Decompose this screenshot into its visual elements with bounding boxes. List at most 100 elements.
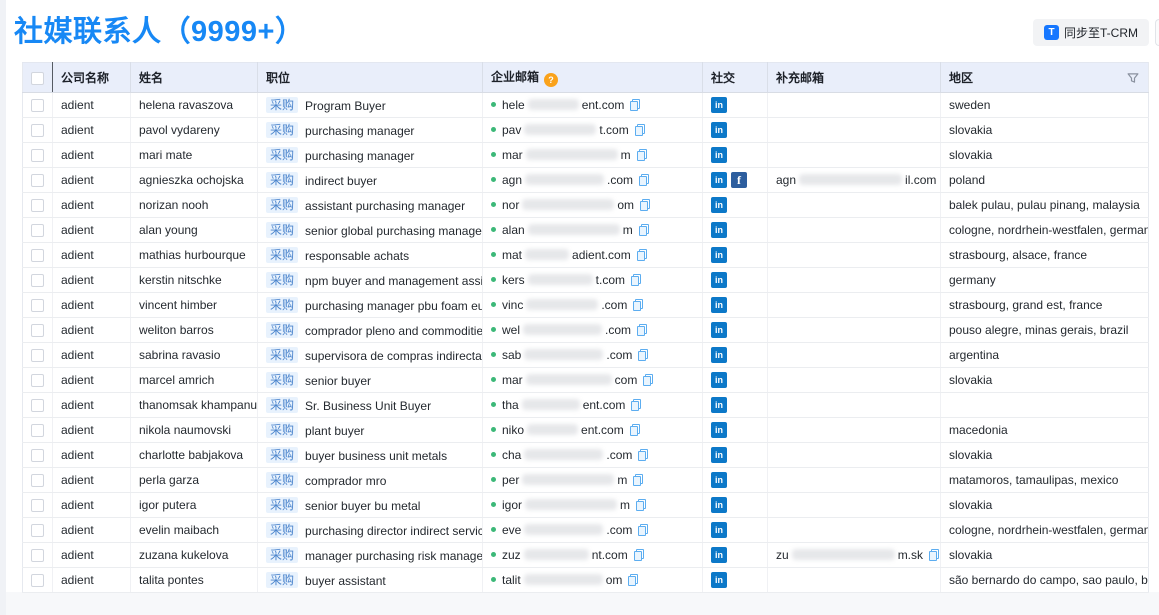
purchase-tag-badge: 采购: [266, 297, 298, 313]
email-prefix: zuz: [502, 548, 521, 562]
row-checkbox[interactable]: [31, 374, 44, 387]
copy-email-icon[interactable]: [634, 549, 644, 561]
linkedin-icon[interactable]: in: [711, 172, 727, 188]
row-checkbox[interactable]: [31, 399, 44, 412]
row-checkbox[interactable]: [31, 124, 44, 137]
email-blur: [523, 324, 602, 335]
social-cell: in: [703, 268, 768, 293]
company-cell: adient: [53, 318, 131, 343]
region-cell: poland: [941, 168, 1149, 193]
email-blur: [526, 149, 618, 160]
row-checkbox[interactable]: [31, 499, 44, 512]
copy-email-icon[interactable]: [637, 324, 647, 336]
copy-email-icon[interactable]: [628, 574, 638, 586]
row-checkbox[interactable]: [31, 174, 44, 187]
partial-button-edge[interactable]: [1155, 19, 1159, 46]
row-checkbox[interactable]: [31, 299, 44, 312]
position-cell: 采购responsable achats: [258, 243, 483, 268]
linkedin-icon[interactable]: in: [711, 472, 727, 488]
email-prefix: mar: [502, 373, 523, 387]
company-cell: adient: [53, 293, 131, 318]
copy-email-icon[interactable]: [633, 474, 643, 486]
row-checkbox[interactable]: [31, 524, 44, 537]
copy-email-icon[interactable]: [635, 124, 645, 136]
select-all-checkbox[interactable]: [31, 72, 44, 85]
region-cell: são bernardo do campo, sao paulo, brazil: [941, 568, 1149, 593]
copy-email-icon[interactable]: [631, 399, 641, 411]
region-filter-icon[interactable]: [1127, 72, 1139, 84]
copy-email-icon[interactable]: [640, 199, 650, 211]
social-cell: in: [703, 343, 768, 368]
copy-email-icon[interactable]: [638, 524, 648, 536]
social-cell: in: [703, 418, 768, 443]
linkedin-icon[interactable]: in: [711, 547, 727, 563]
copy-email-icon[interactable]: [630, 99, 640, 111]
linkedin-icon[interactable]: in: [711, 522, 727, 538]
column-header-name: 姓名: [131, 63, 258, 93]
company-cell: adient: [53, 268, 131, 293]
row-checkbox[interactable]: [31, 549, 44, 562]
row-checkbox[interactable]: [31, 474, 44, 487]
linkedin-icon[interactable]: in: [711, 197, 727, 213]
copy-extra-email-icon[interactable]: [929, 549, 939, 561]
email-suffix: m: [623, 223, 633, 237]
email-prefix: igor: [502, 498, 522, 512]
linkedin-icon[interactable]: in: [711, 272, 727, 288]
row-checkbox[interactable]: [31, 324, 44, 337]
copy-email-icon[interactable]: [633, 299, 643, 311]
row-checkbox[interactable]: [31, 424, 44, 437]
copy-email-icon[interactable]: [643, 374, 653, 386]
linkedin-icon[interactable]: in: [711, 447, 727, 463]
email-suffix: .com: [606, 348, 632, 362]
copy-email-icon[interactable]: [638, 349, 648, 361]
copy-email-icon[interactable]: [637, 149, 647, 161]
company-cell: adient: [53, 368, 131, 393]
linkedin-icon[interactable]: in: [711, 297, 727, 313]
email-suffix: ent.com: [581, 423, 624, 437]
table-row: adient evelin maibach 采购purchasing direc…: [23, 518, 1149, 543]
linkedin-icon[interactable]: in: [711, 322, 727, 338]
row-checkbox[interactable]: [31, 224, 44, 237]
position-cell: 采购purchasing manager: [258, 143, 483, 168]
social-cell: in: [703, 193, 768, 218]
linkedin-icon[interactable]: in: [711, 222, 727, 238]
email-help-icon[interactable]: ?: [544, 73, 558, 87]
social-cell: in: [703, 243, 768, 268]
linkedin-icon[interactable]: in: [711, 397, 727, 413]
copy-email-icon[interactable]: [639, 174, 649, 186]
region-cell: sweden: [941, 93, 1149, 118]
copy-email-icon[interactable]: [638, 449, 648, 461]
copy-email-icon[interactable]: [639, 224, 649, 236]
linkedin-icon[interactable]: in: [711, 347, 727, 363]
linkedin-icon[interactable]: in: [711, 147, 727, 163]
linkedin-icon[interactable]: in: [711, 497, 727, 513]
company-cell: adient: [53, 393, 131, 418]
linkedin-icon[interactable]: in: [711, 372, 727, 388]
linkedin-icon[interactable]: in: [711, 572, 727, 588]
region-cell: argentina: [941, 343, 1149, 368]
row-checkbox[interactable]: [31, 99, 44, 112]
row-checkbox[interactable]: [31, 449, 44, 462]
position-text: comprador pleno and commodities: [305, 324, 482, 338]
email-status-dot: [491, 352, 496, 357]
linkedin-icon[interactable]: in: [711, 122, 727, 138]
copy-email-icon[interactable]: [637, 249, 647, 261]
linkedin-icon[interactable]: in: [711, 422, 727, 438]
linkedin-icon[interactable]: in: [711, 97, 727, 113]
row-checkbox[interactable]: [31, 349, 44, 362]
copy-email-icon[interactable]: [631, 274, 641, 286]
row-checkbox[interactable]: [31, 199, 44, 212]
sync-to-tcrm-button[interactable]: T 同步至T-CRM: [1033, 19, 1149, 46]
row-checkbox[interactable]: [31, 574, 44, 587]
row-checkbox[interactable]: [31, 149, 44, 162]
facebook-icon[interactable]: f: [731, 172, 747, 188]
position-text: purchasing manager pbu foam europe: [305, 299, 482, 313]
region-cell: slovakia: [941, 118, 1149, 143]
table-row: adient agnieszka ochojska 采购indirect buy…: [23, 168, 1149, 193]
copy-email-icon[interactable]: [630, 424, 640, 436]
extra-email: zum.sk: [776, 548, 939, 562]
linkedin-icon[interactable]: in: [711, 247, 727, 263]
copy-email-icon[interactable]: [636, 499, 646, 511]
row-checkbox[interactable]: [31, 274, 44, 287]
row-checkbox[interactable]: [31, 249, 44, 262]
